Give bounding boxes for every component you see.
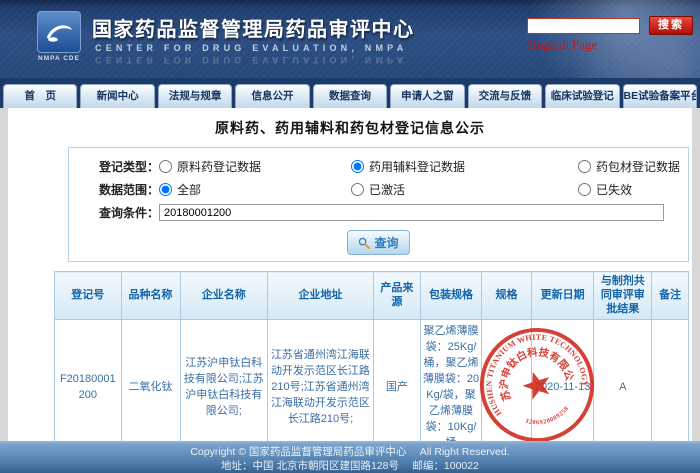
reg-type-radio-raw-material[interactable] [159,160,172,173]
main-nav: 首 页 新闻中心 法规与规章 信息公开 数据查询 申请人之窗 交流与反馈 临床试… [0,78,700,108]
query-condition-label: 查询条件： [98,206,159,220]
reg-type-radio-excipient[interactable] [351,160,364,173]
reg-type-row: 登记类型： 原料药登记数据 药用辅料登记数据 药包材登记数据 [69,155,688,178]
site-subtitle-reflection: CENTER FOR DRUG EVALUATION, NMPA [95,55,408,65]
nav-tab-home[interactable]: 首 页 [3,84,78,108]
col-header-update-date: 更新日期 [530,270,595,321]
footer-copyright: Copyright © 国家药品监督管理局药品审评中心 All Right Re… [190,445,510,458]
reg-type-option-label: 药包材登记数据 [596,160,681,174]
nav-tab-regulations[interactable]: 法规与规章 [157,84,233,108]
cell-source: 国产 [372,319,421,441]
cell-spec [481,319,532,441]
col-header-review-result: 与制剂共同审评审批结果 [593,270,653,321]
scope-radio-active[interactable] [351,183,364,196]
query-form: 登记类型： 原料药登记数据 药用辅料登记数据 药包材登记数据 数据范围： 全部 … [68,147,689,262]
results-area: 登记号 品种名称 企业名称 企业地址 产品来源 包装规格 规格 更新日期 与制剂… [54,270,689,441]
cell-update-date: 2020-11-13 [530,319,595,441]
reg-type-radio-packaging[interactable] [578,160,591,173]
form-actions: 查询 [69,230,688,255]
reg-type-option-raw-material: 原料药登记数据 [159,158,351,175]
reg-type-option-label: 药用辅料登记数据 [369,160,466,174]
footer-address: 地址：中国 北京市朝阳区建国路128号 邮编：100022 [221,459,479,472]
cell-packaging: 聚乙烯薄膜袋：25Kg/桶，聚乙烯薄膜袋：20Kg/袋，聚乙烯薄膜袋：10Kg/… [419,319,483,441]
scope-option-label: 已激活 [369,183,406,197]
reg-type-option-packaging: 药包材登记数据 [578,158,688,175]
cell-review-result: A [593,319,653,441]
nmpa-cde-logo: NMPA CDE [35,11,83,62]
scope-option-label: 已失效 [596,183,633,197]
reg-type-label: 登记类型： [98,160,159,174]
scope-option-all: 全部 [159,181,351,198]
nav-tab-be-platform[interactable]: BE试验备案平台 [622,84,697,108]
col-header-source: 产品来源 [372,270,421,321]
site-footer: Copyright © 国家药品监督管理局药品审评中心 All Right Re… [0,440,700,473]
col-header-spec: 规格 [481,270,532,321]
cell-reg-no[interactable]: F20180001200 [54,319,122,441]
page-root: NMPA CDE 国家药品监督管理局药品审评中心 CENTER FOR DRUG… [0,0,700,473]
results-table: 登记号 品种名称 企业名称 企业地址 产品来源 包装规格 规格 更新日期 与制剂… [54,270,689,441]
page-title: 原料药、药用辅料和药包材登记信息公示 [215,120,485,136]
scope-row: 数据范围： 全部 已激活 已失效 [69,178,688,201]
scope-radio-expired[interactable] [578,183,591,196]
site-title: 国家药品监督管理局药品审评中心 [92,19,415,41]
english-page-link[interactable]: English Page [529,37,597,53]
col-header-product-name: 品种名称 [120,270,181,321]
scope-option-expired: 已失效 [578,181,688,198]
query-submit-label: 查询 [374,236,399,250]
cell-company: 江苏沪申钛白科技有限公司;江苏沪申钛白科技有限公司; [179,319,269,441]
site-header: NMPA CDE 国家药品监督管理局药品审评中心 CENTER FOR DRUG… [0,0,700,78]
col-header-packaging: 包装规格 [419,270,483,321]
col-header-company: 企业名称 [179,270,269,321]
scope-label: 数据范围： [98,183,159,197]
nav-tab-feedback[interactable]: 交流与反馈 [467,84,543,108]
header-search-input[interactable] [527,18,640,34]
nav-tab-info-disclosure[interactable]: 信息公开 [235,84,310,108]
cell-product-name: 二氧化钛 [120,319,181,441]
cell-remark [651,319,689,441]
col-header-reg-no: 登记号 [54,270,122,321]
nav-tab-clinical-trial[interactable]: 临床试验登记 [545,84,620,108]
col-header-address: 企业地址 [267,270,374,321]
table-row: F20180001200 二氧化钛 江苏沪申钛白科技有限公司;江苏沪申钛白科技有… [54,319,689,441]
reg-type-option-label: 原料药登记数据 [177,160,262,174]
cell-address: 江苏省通州湾江海联动开发示范区长江路210号;江苏省通州湾江海联动开发示范区长江… [267,319,374,441]
col-header-remark: 备注 [651,270,689,321]
header-search-button[interactable]: 搜索 [649,16,693,35]
query-submit-button[interactable]: 查询 [347,230,410,255]
nav-tab-news[interactable]: 新闻中心 [80,84,155,108]
query-condition-row: 查询条件： [69,201,688,224]
scope-radio-all[interactable] [159,183,172,196]
magnifier-icon [359,237,371,249]
scope-option-label: 全部 [177,183,202,197]
reg-type-option-excipient: 药用辅料登记数据 [351,158,578,175]
table-header-row: 登记号 品种名称 企业名称 企业地址 产品来源 包装规格 规格 更新日期 与制剂… [54,270,689,321]
scope-option-active: 已激活 [351,181,578,198]
site-subtitle: CENTER FOR DRUG EVALUATION, NMPA [95,43,408,53]
query-condition-input[interactable] [159,204,664,221]
logo-swoosh-icon [37,11,81,53]
nav-tab-data-query[interactable]: 数据查询 [312,84,388,108]
logo-text: NMPA CDE [38,55,80,62]
main-content: 原料药、药用辅料和药包材登记信息公示 登记类型： 原料药登记数据 药用辅料登记数… [8,108,692,441]
nav-tab-applicant-window[interactable]: 申请人之窗 [390,84,465,108]
